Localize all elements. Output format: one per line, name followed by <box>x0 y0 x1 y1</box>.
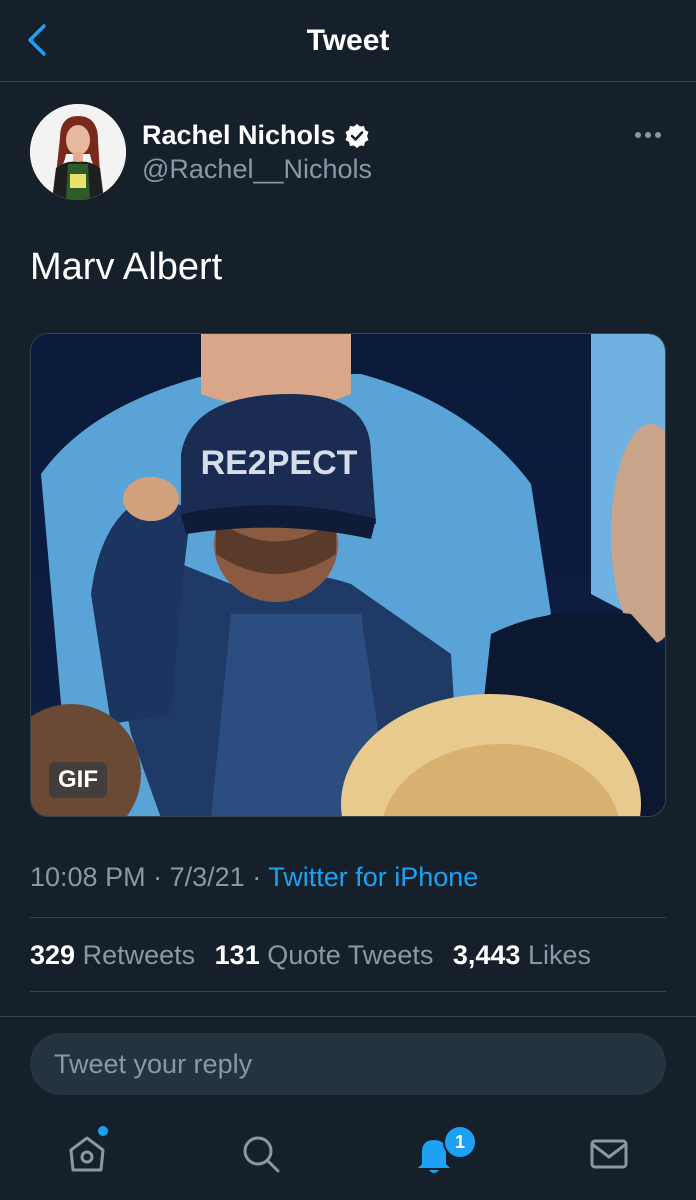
reply-input[interactable] <box>30 1033 666 1095</box>
likes-label: Likes <box>527 940 591 970</box>
tweet-text: Marv Albert <box>30 246 223 288</box>
retweets-label: Retweets <box>82 940 196 970</box>
author-name: Rachel Nichols <box>142 120 336 150</box>
retweets-count: 329 <box>30 940 76 970</box>
tweet-stats: 329 Retweets 131 Quote Tweets 3,443 Like… <box>30 940 603 971</box>
tab-home[interactable] <box>63 1130 111 1178</box>
avatar-image <box>30 104 126 200</box>
gif-frame: RE2PECT <box>31 334 665 816</box>
avatar[interactable] <box>30 104 126 200</box>
author-name-row[interactable]: Rachel Nichols <box>142 120 370 151</box>
gif-badge: GIF <box>49 762 107 798</box>
page-title: Tweet <box>306 24 390 57</box>
mail-icon <box>590 1139 628 1169</box>
search-icon <box>243 1136 280 1173</box>
divider <box>30 991 666 992</box>
quote-tweets-count: 131 <box>214 940 260 970</box>
quote-tweets-label: Quote Tweets <box>267 940 434 970</box>
verified-badge-icon <box>345 123 369 148</box>
more-options-button[interactable] <box>630 120 666 150</box>
author-handle: @Rachel__Nichols <box>142 154 373 184</box>
tab-messages[interactable] <box>585 1130 633 1178</box>
home-icon <box>69 1136 105 1172</box>
divider <box>30 917 666 918</box>
notifications-badge: 1 <box>443 1125 477 1159</box>
likes-stat[interactable]: 3,443 Likes <box>453 940 591 970</box>
cap-text: RE2PECT <box>201 444 358 482</box>
tweet-date: 7/3/21 <box>169 862 245 892</box>
meta-separator: · <box>252 862 269 892</box>
meta-separator: · <box>153 862 170 892</box>
tweet-meta: 10:08 PM · 7/3/21 · Twitter for iPhone <box>30 862 478 893</box>
tweet-time: 10:08 PM <box>30 862 146 892</box>
retweets-stat[interactable]: 329 Retweets <box>30 940 203 970</box>
home-new-dot <box>98 1126 108 1136</box>
tweet-source-link[interactable]: Twitter for iPhone <box>268 862 478 892</box>
more-horizontal-icon <box>635 132 661 138</box>
tab-search[interactable] <box>237 1130 285 1178</box>
tweet-detail-screen: Tweet Rachel Nichols @Rachel__Nichols Ma… <box>0 0 696 1200</box>
top-nav-bar: Tweet <box>0 0 696 82</box>
tweet-media-gif[interactable]: RE2PECT GIF <box>30 333 666 817</box>
likes-count: 3,443 <box>452 940 521 970</box>
quote-tweets-stat[interactable]: 131 Quote Tweets <box>215 940 441 970</box>
